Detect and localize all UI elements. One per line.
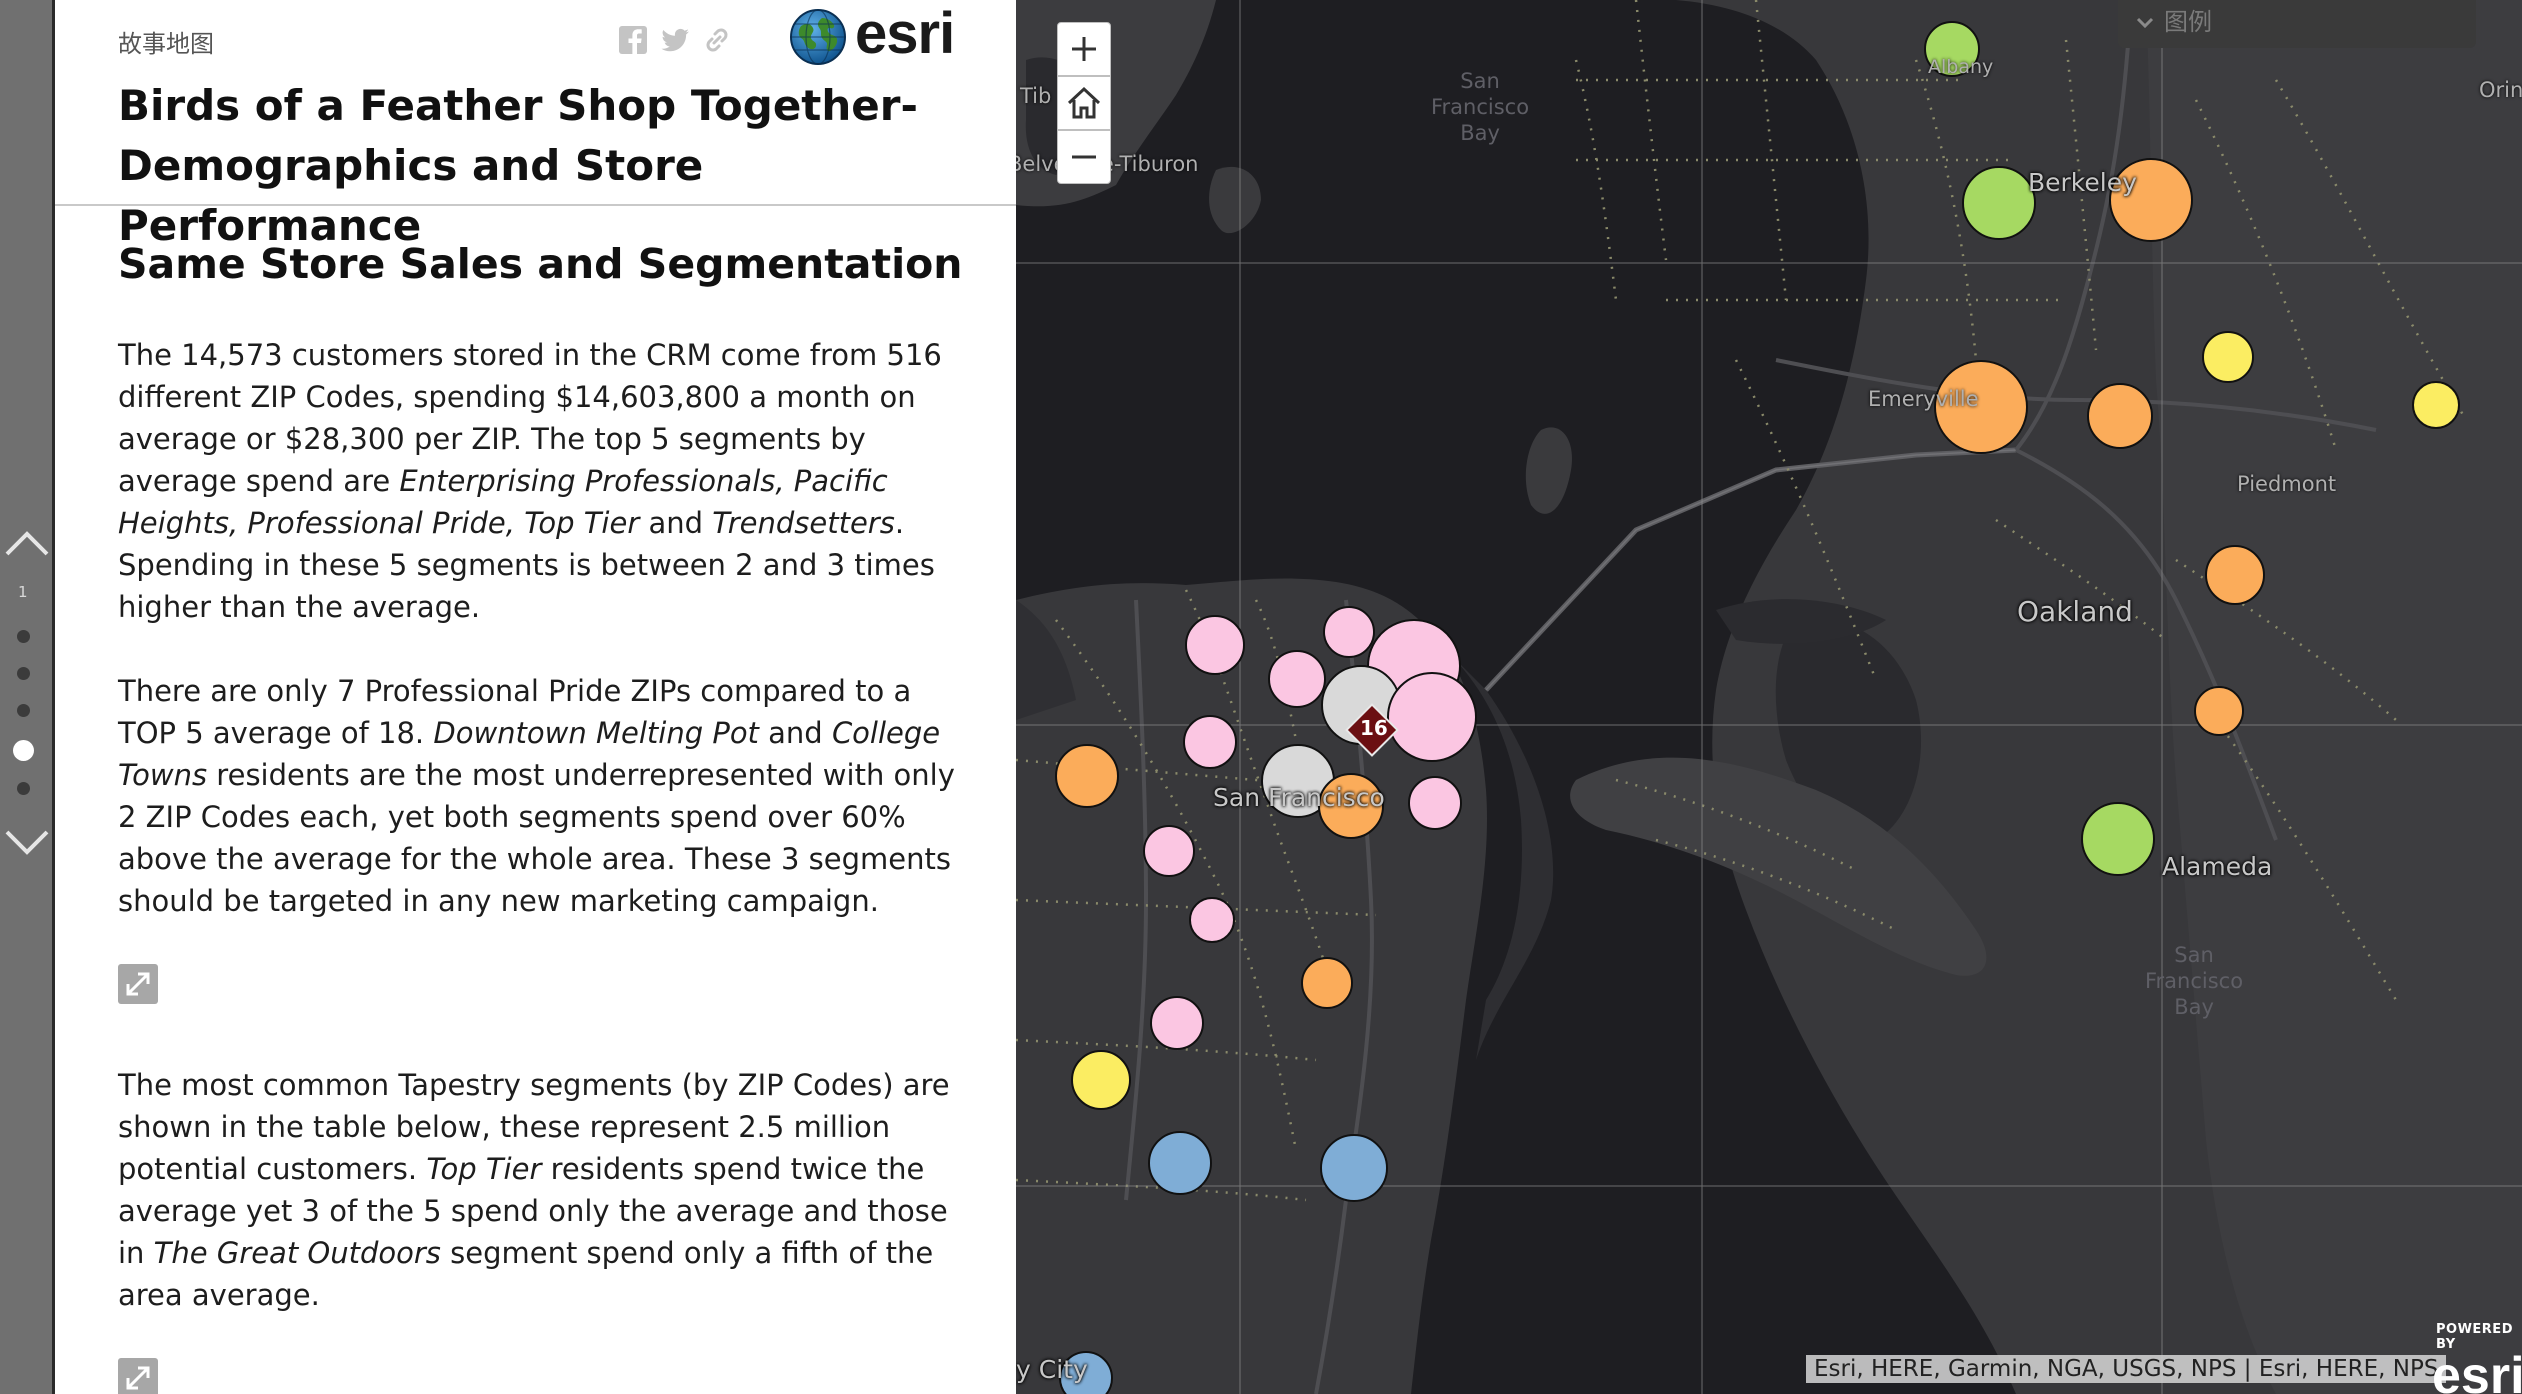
- expand-icon: [126, 1366, 150, 1390]
- globe-icon: [790, 9, 846, 65]
- label-orinda: Orin: [2479, 78, 2522, 102]
- zoom-in-button[interactable]: [1057, 22, 1111, 76]
- label-albany: Albany: [1928, 56, 1994, 78]
- esri-logo[interactable]: esri: [789, 1, 969, 68]
- zip-circle-pink[interactable]: [1185, 615, 1245, 675]
- paragraph-1: The 14,573 customers stored in the CRM c…: [118, 338, 942, 624]
- label-san-francisco: San Francisco: [1213, 783, 1385, 812]
- minus-icon: [1072, 155, 1096, 159]
- zip-circle-yellow[interactable]: [2412, 381, 2460, 429]
- facebook-icon[interactable]: [617, 24, 649, 56]
- zip-circle-green[interactable]: [2081, 802, 2155, 876]
- legend-label: 图例: [2164, 8, 2212, 36]
- label-emeryville: Emeryville: [1868, 387, 1979, 411]
- label-sf-bay-north: San Francisco Bay: [1431, 69, 1530, 145]
- home-button[interactable]: [1057, 76, 1111, 130]
- home-icon: [1067, 86, 1101, 119]
- label-sf-bay-south: San Francisco Bay: [2145, 943, 2244, 1019]
- label-tib: Tib: [1020, 84, 1052, 108]
- nav-dot[interactable]: [17, 782, 30, 795]
- zip-circle-orange[interactable]: [2087, 383, 2153, 449]
- nav-dot[interactable]: [17, 630, 30, 643]
- esri-wordmark: esri: [855, 1, 955, 66]
- story-section: Same Store Sales and Segmentation The 14…: [118, 236, 968, 1394]
- zip-circle-pink[interactable]: [1143, 825, 1195, 877]
- zip-circle-yellow[interactable]: [1071, 1050, 1131, 1110]
- story-subtitle: 故事地图: [118, 30, 214, 58]
- twitter-icon[interactable]: [659, 24, 691, 56]
- zip-circle-pink[interactable]: [1387, 672, 1477, 762]
- expand-media-button[interactable]: [118, 964, 158, 1004]
- zip-circle-orange[interactable]: [2194, 686, 2244, 736]
- paragraph-3: The most common Tapestry segments (by ZI…: [118, 1068, 950, 1312]
- zip-circle-pink[interactable]: [1150, 996, 1204, 1050]
- zip-circle-blue[interactable]: [1320, 1134, 1388, 1202]
- nav-page-number: 1: [18, 583, 28, 601]
- section-title: Same Store Sales and Segmentation: [118, 240, 963, 288]
- zip-circle-blue[interactable]: [1148, 1131, 1212, 1195]
- expand-media-button[interactable]: [118, 1358, 158, 1394]
- powered-by-esri-logo: esri: [2432, 1347, 2522, 1394]
- nav-dot[interactable]: [17, 667, 30, 680]
- zip-circle-yellow[interactable]: [2202, 331, 2254, 383]
- zoom-out-button[interactable]: [1057, 130, 1111, 184]
- zip-circle-orange[interactable]: [1301, 957, 1353, 1009]
- story-header: 故事地图 esri Birds of a Feather Shop Togeth…: [55, 0, 1016, 250]
- nav-dot-active[interactable]: [13, 740, 34, 761]
- legend-toggle[interactable]: 图例: [2118, 0, 2476, 48]
- expand-icon: [126, 972, 150, 996]
- plus-icon: [1072, 37, 1096, 61]
- map-attribution[interactable]: Esri, HERE, Garmin, NGA, USGS, NPS | Esr…: [1806, 1355, 2447, 1383]
- story-nav-strip: 1: [0, 0, 54, 1394]
- map-view[interactable]: 16 San Francisco Bay San Francisco Bay B…: [1016, 0, 2522, 1394]
- zip-circle-pink[interactable]: [1268, 650, 1326, 708]
- chevron-up-icon[interactable]: [4, 526, 50, 560]
- chevron-down-icon[interactable]: [4, 826, 50, 860]
- zip-circle-orange[interactable]: [1055, 744, 1119, 808]
- zip-circle-pink[interactable]: [1323, 606, 1375, 658]
- story-title: Birds of a Feather Shop Together- Demogr…: [118, 81, 918, 250]
- zip-circle-pink[interactable]: [1189, 897, 1235, 943]
- paragraph-2: There are only 7 Professional Pride ZIPs…: [118, 674, 955, 918]
- label-alameda: Alameda: [2162, 852, 2273, 881]
- basemap[interactable]: [1016, 0, 2522, 1394]
- zip-circle-green[interactable]: [1962, 166, 2036, 240]
- zip-circle-pink[interactable]: [1183, 715, 1237, 769]
- label-piedmont: Piedmont: [2237, 472, 2337, 496]
- label-berkeley: Berkeley: [2028, 168, 2137, 197]
- link-icon[interactable]: [701, 24, 733, 56]
- powered-by-esri[interactable]: POWERED BY esri: [2432, 1322, 2522, 1394]
- label-daly-city: y City: [1016, 1355, 1088, 1384]
- nav-dot[interactable]: [17, 704, 30, 717]
- zip-circle-pink[interactable]: [1408, 776, 1462, 830]
- label-oakland: Oakland: [2017, 595, 2133, 628]
- story-panel: 故事地图 esri Birds of a Feather Shop Togeth…: [55, 0, 1016, 1394]
- chevron-down-icon: [2136, 17, 2154, 29]
- zip-circle-orange[interactable]: [2205, 545, 2265, 605]
